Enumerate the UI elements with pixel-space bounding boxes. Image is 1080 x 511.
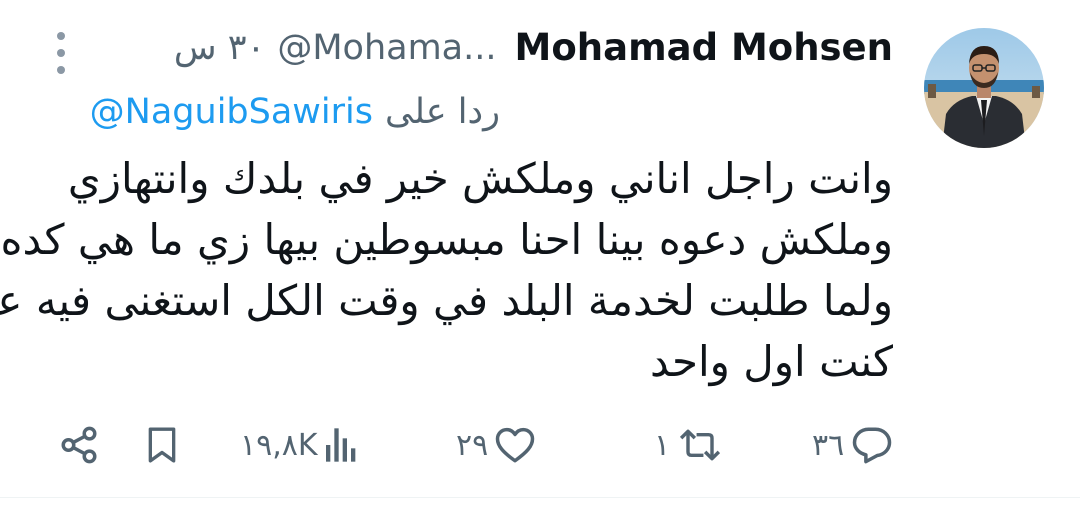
bookmark-button[interactable]: [142, 420, 182, 470]
tweet-text-line: ولما طلبت لخدمة البلد في وقت الكل استغنى…: [0, 276, 893, 325]
reply-button[interactable]: ٣٦: [812, 420, 894, 470]
author-display-name[interactable]: Mohamad Mohsen: [515, 26, 893, 69]
reply-handle-link[interactable]: @NaguibSawiris: [90, 92, 373, 132]
share-button[interactable]: [58, 420, 100, 470]
tweet-card[interactable]: Mohamad Mohsen @Mohama... ٣٠ س ردا على @…: [0, 0, 1080, 511]
tweet-text-line: وانت راجل اناني وملكش خير في بلدك وانتها…: [67, 154, 893, 203]
views-button[interactable]: ١٩,٨K: [240, 420, 358, 470]
retweet-count: ١: [654, 427, 671, 463]
like-count: ٢٩: [456, 427, 489, 463]
avatar[interactable]: [924, 28, 1044, 148]
tweet-header: Mohamad Mohsen @Mohama... ٣٠ س: [174, 26, 893, 69]
author-handle[interactable]: @Mohama...: [277, 28, 496, 68]
tweet-text: وانت راجل اناني وملكش خير في بلدك وانتها…: [0, 148, 893, 392]
retweet-button[interactable]: ١: [654, 420, 724, 470]
reply-label: ردا على: [385, 92, 500, 132]
bookmark-icon: [148, 427, 176, 463]
views-count: ١٩,٨K: [240, 427, 318, 463]
reply-context: ردا على @NaguibSawiris: [90, 92, 500, 132]
share-icon: [61, 426, 97, 464]
tweet-time[interactable]: ٣٠ س: [174, 28, 265, 68]
more-options-icon[interactable]: [50, 32, 72, 74]
tweet-text-line: وملكش دعوه بينا احنا مبسوطين بيها زي ما …: [0, 215, 893, 264]
tweet-meta: @Mohama... ٣٠ س: [174, 28, 497, 68]
reply-bubble-icon: [852, 427, 892, 464]
divider: [0, 497, 1080, 498]
tweet-text-line: كنت اول واحد: [649, 337, 893, 386]
profile-photo-icon: [924, 28, 1044, 148]
retweet-icon: [680, 429, 721, 461]
reply-count: ٣٦: [812, 427, 845, 463]
like-button[interactable]: ٢٩: [456, 420, 536, 470]
heart-icon: [495, 427, 535, 463]
views-chart-icon: [325, 428, 355, 462]
